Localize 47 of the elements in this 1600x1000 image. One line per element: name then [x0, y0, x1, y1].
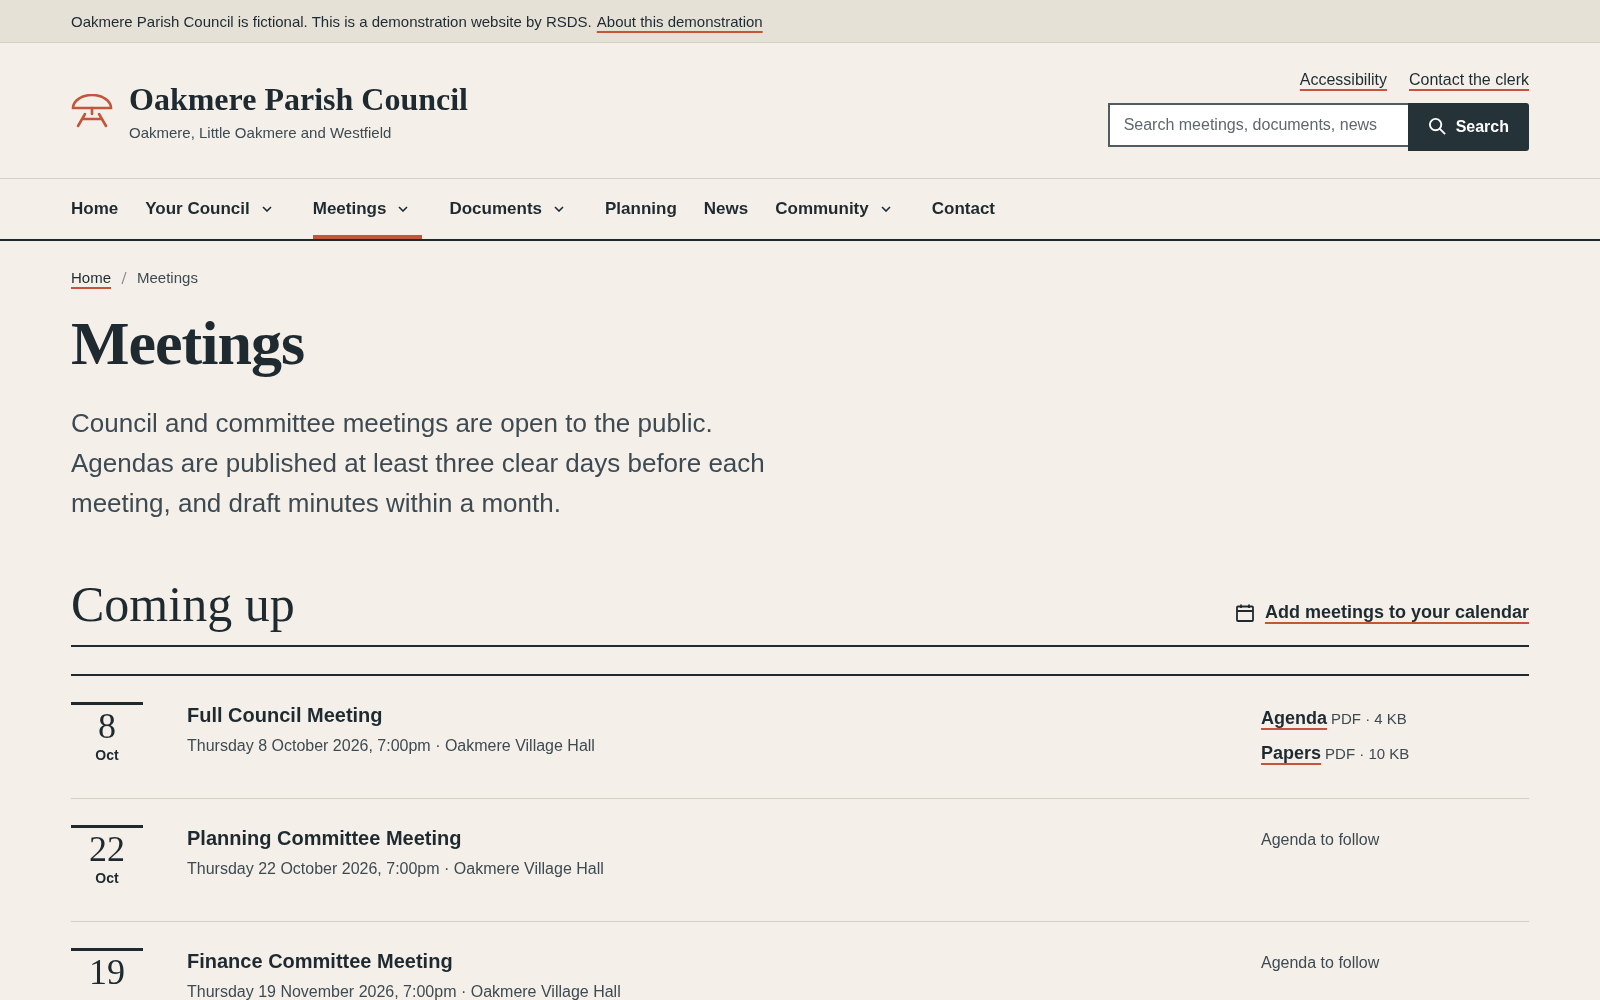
date-day: 19 [71, 951, 143, 993]
utility-link[interactable]: Contact the clerk [1408, 70, 1529, 89]
nav-item[interactable]: Home [71, 179, 119, 239]
meeting-title[interactable]: Finance Committee Meeting [187, 950, 453, 973]
search-button[interactable]: Search [1407, 102, 1529, 151]
nav-item[interactable]: Contact [931, 179, 995, 239]
chevron-icon [398, 206, 409, 212]
calendar-icon [1234, 602, 1255, 623]
nav-item[interactable]: Documents [449, 179, 578, 239]
meeting-details: Thursday 8 October 2026, 7:00pm · Oakmere Village Hall [187, 737, 596, 755]
chevron-icon [261, 206, 272, 212]
date-month: Oct [94, 747, 120, 763]
separator-icon [121, 270, 127, 285]
breadcrumb-current: Meetings [137, 269, 198, 286]
meeting-details: Thursday 19 November 2026, 7:00pm · Oakmere Village Hall [187, 983, 622, 1000]
chevron-icon [880, 206, 891, 212]
chevron-icon [554, 206, 564, 212]
nav-item[interactable]: Community [775, 179, 905, 239]
utility-link[interactable]: Accessibility [1299, 70, 1387, 89]
breadcrumb-link[interactable]: Home [71, 269, 111, 286]
site-subtitle: Oakmere, Little Oakmere and Westfield [129, 123, 393, 141]
agenda-note: Agenda to follow [1261, 831, 1381, 849]
agenda-note: Agenda to follow [1261, 954, 1381, 972]
nav-item[interactable]: Your Council [145, 179, 286, 239]
date-month: Oct [94, 870, 120, 886]
date-day: 8 [71, 705, 143, 747]
meeting-title[interactable]: Planning Committee Meeting [187, 827, 462, 850]
meeting-details: Thursday 22 October 2026, 7:00pm · Oakmere Village Hall [187, 860, 605, 878]
calendar-link[interactable]: Add meetings to your calendar [1264, 602, 1529, 623]
nav-item[interactable]: Meetings [312, 179, 423, 239]
site-title: Oakmere Parish Council [129, 80, 468, 118]
intro-text: Council and committee meetings are open to the public. Agendas are published at least three clear days before each meeting, and draft minutes within a month. [71, 407, 766, 520]
about-link[interactable]: About this demonstration [596, 12, 763, 30]
search-icon [1427, 117, 1447, 136]
page-title: Meetings [71, 308, 306, 379]
document-meta: PDF · 10 KB [1325, 745, 1410, 762]
document-link[interactable]: Agenda [1261, 708, 1327, 728]
nav-item[interactable]: News [703, 179, 749, 239]
section-title: Coming up [71, 575, 295, 633]
nav-item[interactable]: Planning [605, 179, 677, 239]
meeting-title[interactable]: Full Council Meeting [187, 704, 383, 727]
search-field[interactable]: Search meetings, documents, news [1107, 102, 1408, 147]
document-link[interactable]: Papers [1261, 743, 1322, 763]
demo-notice: Oakmere Parish Council is fictional. This is a demonstration website by RSDS. [71, 12, 592, 30]
date-day: 22 [71, 828, 143, 870]
document-meta: PDF · 4 KB [1331, 710, 1407, 727]
logo-icon [71, 93, 113, 128]
